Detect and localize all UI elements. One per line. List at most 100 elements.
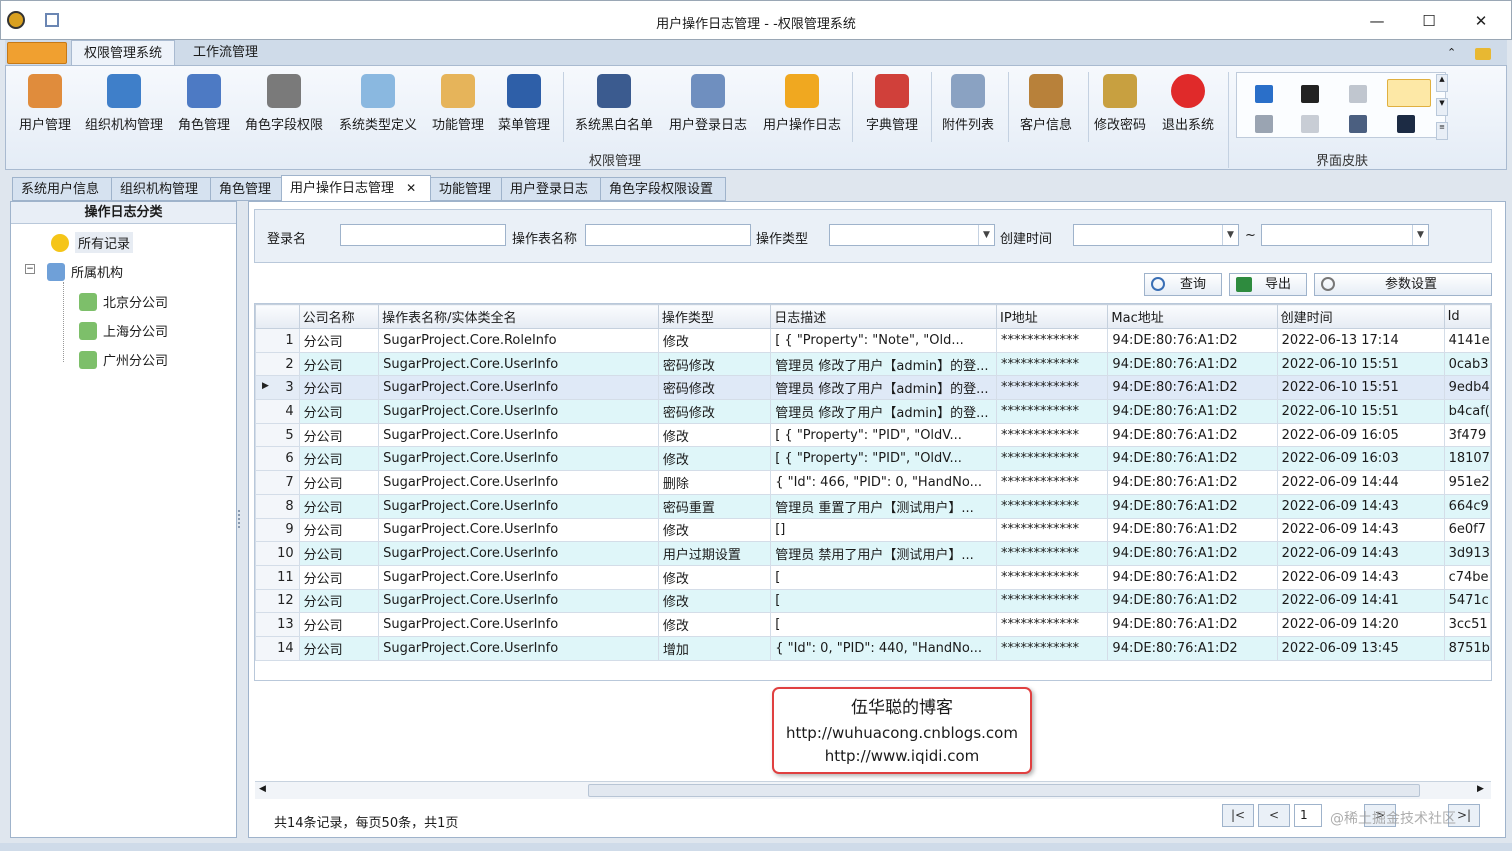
table-cell[interactable]: 2022-06-09 13:45 — [1276, 635, 1445, 661]
column-header[interactable]: 创建时间 — [1276, 304, 1445, 329]
table-cell[interactable]: 管理员 禁用了用户【测试用户】... — [770, 541, 998, 566]
table-cell[interactable]: ************ — [996, 612, 1109, 637]
tab-operation-log[interactable]: 用户操作日志管理 ✕ — [281, 175, 431, 202]
skin-doc-icon[interactable] — [1301, 115, 1319, 133]
customer-info-button[interactable]: 客户信息 — [1014, 70, 1078, 140]
table-cell[interactable]: 2022-06-09 16:03 — [1276, 446, 1445, 472]
scroll-right-icon[interactable]: ▶ — [1477, 784, 1484, 794]
table-cell[interactable]: 94:DE:80:76:A1:D2 — [1107, 422, 1278, 448]
table-cell[interactable]: 分公司 — [298, 446, 380, 472]
skin-scroll-down-icon[interactable]: ▼ — [1436, 98, 1448, 116]
table-cell[interactable]: 分公司 — [298, 422, 380, 448]
table-cell[interactable]: 94:DE:80:76:A1:D2 — [1107, 328, 1278, 353]
table-cell[interactable]: 密码修改 — [657, 351, 772, 377]
table-cell[interactable]: 修改 — [657, 446, 772, 472]
row-number-cell[interactable]: 7 — [255, 470, 300, 495]
table-cell[interactable]: [ { "Property": "PID", "OldV... — [770, 422, 998, 448]
row-number-cell[interactable]: 5 — [255, 422, 300, 448]
skin-grid-icon[interactable] — [1255, 115, 1273, 133]
attachment-list-button[interactable]: 附件列表 — [938, 70, 998, 140]
table-cell[interactable]: ************ — [996, 375, 1109, 401]
table-cell[interactable]: 94:DE:80:76:A1:D2 — [1107, 375, 1278, 401]
table-cell[interactable]: 2022-06-09 14:41 — [1276, 588, 1445, 614]
table-cell[interactable]: ************ — [996, 351, 1109, 377]
table-cell[interactable]: 664c9 — [1443, 493, 1491, 519]
operation-type-select[interactable]: ▼ — [829, 224, 995, 246]
table-cell[interactable]: 2022-06-09 14:44 — [1276, 470, 1445, 495]
table-cell[interactable]: ************ — [996, 564, 1109, 590]
table-cell[interactable]: SugarProject.Core.UserInfo — [378, 493, 659, 519]
tab-system-users[interactable]: 系统用户信息 — [12, 177, 112, 201]
table-cell[interactable]: ************ — [996, 399, 1109, 424]
table-cell[interactable]: 3f479 — [1443, 422, 1491, 448]
row-number-cell[interactable]: 12 — [255, 588, 300, 614]
table-row[interactable]: 9 分公司 SugarProject.Core.UserInfo 修改[] ******… — [255, 517, 1491, 543]
table-cell[interactable]: SugarProject.Core.UserInfo — [378, 612, 659, 637]
table-cell[interactable]: SugarProject.Core.UserInfo — [378, 446, 659, 472]
table-cell[interactable]: 3cc51 — [1443, 612, 1491, 637]
table-cell[interactable]: SugarProject.Core.UserInfo — [378, 588, 659, 614]
splitter-handle[interactable] — [238, 510, 242, 528]
blackwhite-list-button[interactable]: 系统黑白名单 — [572, 70, 656, 140]
table-cell[interactable]: ************ — [996, 588, 1109, 614]
table-row[interactable]: 10 分公司 SugarProject.Core.UserInfo 用户过期设置 管理员… — [255, 541, 1491, 566]
table-cell[interactable]: 管理员 重置了用户【测试用户】... — [770, 493, 998, 519]
table-cell[interactable]: 密码重置 — [657, 493, 772, 519]
table-row[interactable]: 6 分公司 SugarProject.Core.UserInfo 修改[ { "Pro… — [255, 446, 1491, 472]
collapse-ribbon-icon[interactable]: ⌃ — [1447, 46, 1456, 59]
table-cell[interactable]: 5471c — [1443, 588, 1491, 614]
table-cell[interactable]: ************ — [996, 470, 1109, 495]
table-cell[interactable]: 94:DE:80:76:A1:D2 — [1107, 446, 1278, 472]
table-row[interactable]: 1 分公司 SugarProject.Core.RoleInfo 修改[ { "Pro… — [255, 328, 1491, 353]
skin-scroll-up-icon[interactable]: ▲ — [1436, 74, 1448, 92]
skin-vs-dark-icon[interactable] — [1397, 115, 1415, 133]
table-cell[interactable]: 管理员 修改了用户【admin】的登... — [770, 399, 998, 424]
table-row[interactable]: 4 分公司 SugarProject.Core.UserInfo 密码修改 管理员 修改… — [255, 399, 1491, 424]
table-cell[interactable]: { "Id": 0, "PID": 440, "HandNo... — [770, 635, 998, 661]
table-cell[interactable]: SugarProject.Core.UserInfo — [378, 422, 659, 448]
table-cell[interactable]: [ { "Property": "Note", "Old... — [770, 328, 998, 353]
horizontal-scrollbar[interactable]: ◀ ▶ — [255, 781, 1491, 799]
ribbon-tab-permission[interactable]: 权限管理系统 — [71, 40, 176, 66]
tab-org-manage[interactable]: 组织机构管理 — [111, 177, 211, 201]
table-cell[interactable]: SugarProject.Core.UserInfo — [378, 375, 659, 401]
table-cell[interactable]: 分公司 — [298, 470, 380, 495]
column-header[interactable]: IP地址 — [996, 304, 1109, 329]
table-row[interactable]: 3 ▶ 分公司 SugarProject.Core.UserInfo 密码修改 管理员 修… — [255, 375, 1491, 401]
tree-node-beijing[interactable]: 北京分公司 — [79, 292, 168, 311]
row-number-cell[interactable]: 11 — [255, 564, 300, 590]
table-row[interactable]: 12 分公司 SugarProject.Core.UserInfo 修改[******… — [255, 588, 1491, 614]
table-cell[interactable]: [ { "Property": "PID", "OldV... — [770, 446, 998, 472]
row-number-cell[interactable]: 8 — [255, 493, 300, 519]
table-cell[interactable]: 分公司 — [298, 635, 380, 661]
table-cell[interactable]: 2022-06-09 16:05 — [1276, 422, 1445, 448]
table-cell[interactable]: 修改 — [657, 588, 772, 614]
table-cell[interactable]: SugarProject.Core.UserInfo — [378, 564, 659, 590]
table-cell[interactable]: [] — [770, 517, 998, 543]
table-cell[interactable]: 修改 — [657, 612, 772, 637]
row-number-cell[interactable]: 1 — [255, 328, 300, 353]
skin-office-blue-icon[interactable] — [1255, 85, 1273, 103]
tab-role-field-permission[interactable]: 角色字段权限设置 — [600, 177, 726, 201]
system-type-button[interactable]: 系统类型定义 — [336, 70, 420, 140]
table-cell[interactable]: [ — [770, 588, 998, 614]
first-page-button[interactable]: |< — [1222, 804, 1254, 827]
table-cell[interactable]: ************ — [996, 635, 1109, 661]
table-cell[interactable]: 分公司 — [298, 612, 380, 637]
table-cell[interactable]: 分公司 — [298, 351, 380, 377]
table-cell[interactable]: 分公司 — [298, 493, 380, 519]
operation-log-button[interactable]: 用户操作日志 — [760, 70, 844, 140]
table-cell[interactable]: 用户过期设置 — [657, 541, 772, 566]
table-cell[interactable]: 2022-06-09 14:43 — [1276, 493, 1445, 519]
table-cell[interactable]: 2022-06-10 15:51 — [1276, 351, 1445, 377]
table-cell[interactable]: 修改 — [657, 422, 772, 448]
prev-page-button[interactable]: < — [1258, 804, 1290, 827]
table-cell[interactable]: 94:DE:80:76:A1:D2 — [1107, 517, 1278, 543]
table-cell[interactable]: 2022-06-09 14:20 — [1276, 612, 1445, 637]
row-number-cell[interactable]: 13 — [255, 612, 300, 637]
table-name-input[interactable] — [585, 224, 751, 246]
table-cell[interactable]: { "Id": 466, "PID": 0, "HandNo... — [770, 470, 998, 495]
table-cell[interactable]: 2022-06-09 14:43 — [1276, 517, 1445, 543]
tab-close-icon[interactable]: ✕ — [406, 181, 416, 195]
tree-node-shanghai[interactable]: 上海分公司 — [79, 321, 168, 340]
